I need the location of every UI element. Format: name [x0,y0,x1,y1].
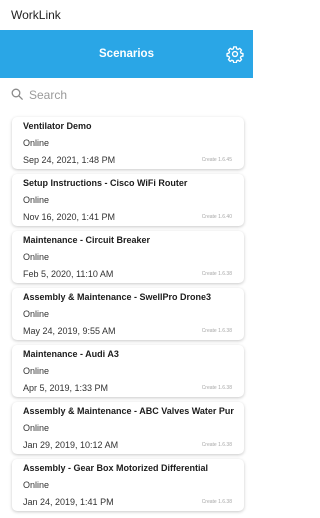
scenario-card[interactable]: Assembly & Maintenance - ABC Valves Wate… [12,402,244,454]
scenario-date: May 24, 2019, 9:55 AM [23,326,116,336]
scenario-card[interactable]: Setup Instructions - Cisco WiFi Router O… [12,174,244,226]
scenario-date: Nov 16, 2020, 1:41 PM [23,212,116,222]
scenario-title: Maintenance - Audi A3 [23,349,119,359]
scenario-title: Setup Instructions - Cisco WiFi Router [23,178,188,188]
scenario-status: Online [23,309,50,319]
gear-icon[interactable] [226,45,244,63]
search-icon [11,88,23,100]
page-title: Scenarios [99,48,154,60]
scenario-version: Create 1.6.45 [201,157,232,163]
scenario-card[interactable]: Ventilator Demo Online Sep 24, 2021, 1:4… [12,117,244,169]
scenario-status: Online [23,252,50,262]
search-input[interactable] [29,85,239,105]
scenario-title: Assembly & Maintenance - ABC Valves Wate… [23,406,234,416]
scenario-date: Feb 5, 2020, 11:10 AM [23,269,114,279]
scenario-title: Ventilator Demo [23,121,92,131]
scenario-version: Create 1.6.38 [201,442,232,448]
scenario-date: Jan 24, 2019, 1:41 PM [23,497,114,507]
scenario-card[interactable]: Assembly & Maintenance - SwellPro Drone3… [12,288,244,340]
scenario-status: Online [23,138,50,148]
scenario-title: Assembly - Gear Box Motorized Differenti… [23,463,209,473]
scenario-card[interactable]: Assembly - Gear Box Motorized Differenti… [12,459,244,511]
scenario-version: Create 1.6.38 [201,328,232,334]
scenario-card[interactable]: Maintenance - Audi A3 Online Apr 5, 2019… [12,345,244,397]
scenario-title: Maintenance - Circuit Breaker [23,235,151,245]
scenario-version: Create 1.6.38 [201,499,232,505]
scenario-status: Online [23,366,50,376]
window-title: WorkLink [0,0,253,30]
scenario-version: Create 1.6.40 [201,214,232,220]
search-bar [0,82,253,110]
scenario-version: Create 1.6.38 [201,271,232,277]
scenario-date: Sep 24, 2021, 1:48 PM [23,155,116,165]
scenario-status: Online [23,195,50,205]
scenario-card[interactable]: Maintenance - Circuit Breaker Online Feb… [12,231,244,283]
scenario-status: Online [23,423,50,433]
header-bar: Scenarios [0,30,253,78]
scenario-title: Assembly & Maintenance - SwellPro Drone3 [23,292,212,302]
scenario-date: Apr 5, 2019, 1:33 PM [23,383,109,393]
scenario-status: Online [23,480,50,490]
scenario-date: Jan 29, 2019, 10:12 AM [23,440,119,450]
scenario-version: Create 1.6.38 [201,385,232,391]
